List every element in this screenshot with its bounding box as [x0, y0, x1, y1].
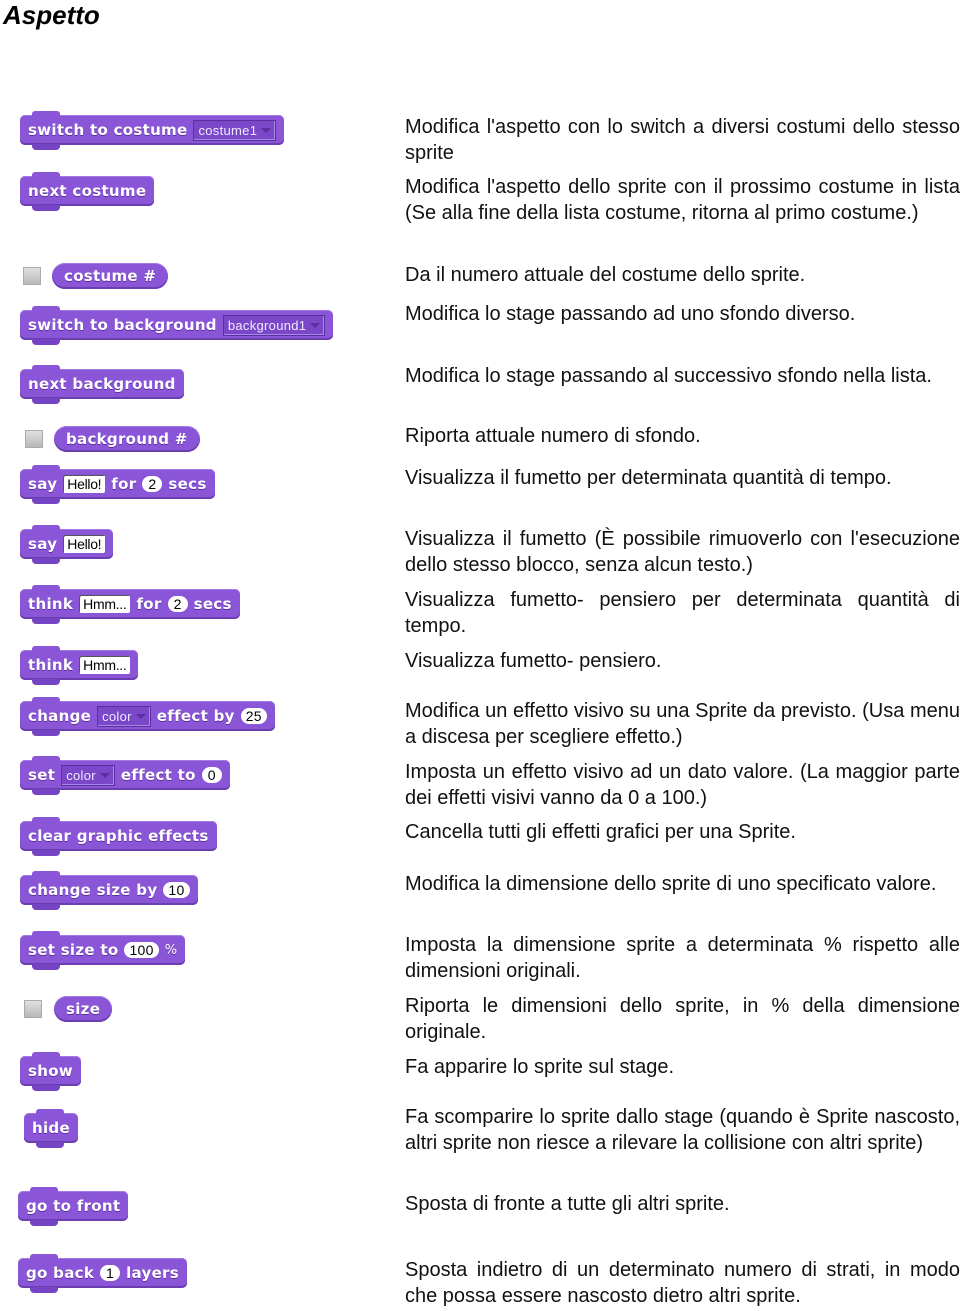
- size-checkbox[interactable]: [24, 1000, 42, 1018]
- block-label: layers: [126, 1264, 179, 1282]
- next-background-block[interactable]: next background: [20, 365, 184, 404]
- description: Modifica un effetto visivo su una Sprite…: [405, 700, 960, 748]
- block-label: set: [28, 766, 56, 784]
- size-reporter[interactable]: size: [54, 996, 113, 1022]
- say-for-secs-block[interactable]: say Hello! for 2 secs: [20, 465, 215, 504]
- effect-dropdown[interactable]: color: [97, 705, 151, 727]
- dropdown-value: color: [66, 767, 96, 783]
- block-label: size: [66, 1000, 101, 1018]
- description: Imposta la dimensione sprite a determina…: [405, 934, 960, 982]
- effect-number-input[interactable]: 25: [240, 708, 267, 724]
- say-text-input[interactable]: Hello!: [63, 535, 106, 553]
- block-label: costume #: [64, 267, 157, 285]
- dropdown-value: background1: [227, 317, 307, 333]
- say-block[interactable]: say Hello!: [20, 525, 114, 564]
- description: Riporta attuale numero di sfondo.: [405, 425, 701, 447]
- dropdown-value: costume1: [198, 122, 258, 138]
- set-size-block[interactable]: set size to 100 %: [20, 931, 186, 970]
- block-label: say: [28, 475, 58, 493]
- go-to-front-block[interactable]: go to front: [18, 1187, 129, 1226]
- block-label: change: [28, 707, 92, 725]
- description: Visualizza il fumetto (È possibile rimuo…: [405, 528, 960, 576]
- costume-dropdown[interactable]: costume1: [193, 119, 277, 141]
- description: Modifica l'aspetto con lo switch a diver…: [405, 116, 960, 164]
- secs-number-input[interactable]: 2: [142, 476, 163, 492]
- block-label: for: [136, 595, 162, 613]
- background-dropdown[interactable]: background1: [222, 314, 326, 336]
- block-label: go back: [26, 1264, 95, 1282]
- description: Imposta un effetto visivo ad un dato val…: [405, 761, 960, 809]
- layers-number-input[interactable]: 1: [100, 1265, 121, 1281]
- block-label: secs: [193, 595, 232, 613]
- background-num-checkbox[interactable]: [25, 430, 43, 448]
- block-label: think: [28, 595, 74, 613]
- block-label: effect to: [120, 766, 196, 784]
- dropdown-arrow-icon: [261, 127, 272, 133]
- change-size-block[interactable]: change size by 10: [20, 871, 198, 910]
- block-label: switch to background: [28, 316, 217, 334]
- size-number-input[interactable]: 10: [163, 882, 190, 898]
- clear-graphic-effects-block[interactable]: clear graphic effects: [20, 817, 217, 856]
- block-label: clear graphic effects: [28, 827, 209, 845]
- think-block[interactable]: think Hmm...: [20, 646, 139, 685]
- block-label: next costume: [28, 182, 147, 200]
- change-effect-block[interactable]: change color effect by 25: [20, 697, 275, 736]
- block-label: set size to: [28, 941, 119, 959]
- page-title: Aspetto: [3, 0, 100, 30]
- dropdown-arrow-icon: [99, 772, 110, 778]
- secs-number-input[interactable]: 2: [167, 596, 188, 612]
- block-label: switch to costume: [28, 121, 188, 139]
- description: Fa apparire lo sprite sul stage.: [405, 1056, 675, 1078]
- block-label: background #: [66, 430, 188, 448]
- switch-to-costume-block[interactable]: switch to costume costume1: [20, 111, 285, 150]
- description: Da il numero attuale del costume dello s…: [405, 264, 806, 286]
- description: Visualizza fumetto- pensiero per determi…: [405, 589, 960, 637]
- think-text-input[interactable]: Hmm...: [79, 656, 131, 674]
- effect-number-input[interactable]: 0: [201, 767, 222, 783]
- block-label: go to front: [26, 1197, 121, 1215]
- description: Fa scomparire lo sprite dallo stage (qua…: [405, 1106, 960, 1154]
- description: Modifica la dimensione dello sprite di u…: [405, 873, 937, 895]
- show-block[interactable]: show: [20, 1052, 81, 1091]
- percent-label: %: [164, 942, 178, 958]
- size-number-input[interactable]: 100: [124, 942, 159, 958]
- block-label: say: [28, 535, 58, 553]
- block-label: for: [111, 475, 137, 493]
- description: Cancella tutti gli effetti grafici per u…: [405, 821, 796, 843]
- costume-num-checkbox[interactable]: [23, 267, 41, 285]
- costume-num-reporter[interactable]: costume #: [52, 263, 169, 289]
- description: Visualizza fumetto- pensiero.: [405, 650, 662, 672]
- description: Modifica lo stage passando al successivo…: [405, 365, 932, 387]
- go-back-layers-block[interactable]: go back 1 layers: [18, 1254, 187, 1293]
- hide-block[interactable]: hide: [24, 1109, 78, 1148]
- effect-dropdown[interactable]: color: [61, 764, 115, 786]
- dropdown-arrow-icon: [135, 713, 146, 719]
- think-text-input[interactable]: Hmm...: [79, 595, 131, 613]
- description: Modifica lo stage passando ad uno sfondo…: [405, 303, 856, 325]
- block-label: secs: [168, 475, 207, 493]
- description: Modifica l'aspetto dello sprite con il p…: [405, 176, 960, 224]
- switch-to-background-block[interactable]: switch to background background1: [20, 306, 334, 345]
- description: Sposta di fronte a tutte gli altri sprit…: [405, 1193, 730, 1215]
- description: Visualizza il fumetto per determinata qu…: [405, 467, 892, 489]
- block-label: think: [28, 656, 74, 674]
- block-label: effect by: [156, 707, 235, 725]
- next-costume-block[interactable]: next costume: [20, 172, 155, 211]
- block-label: hide: [32, 1119, 70, 1137]
- description: Sposta indietro di un determinato numero…: [405, 1259, 960, 1307]
- set-effect-block[interactable]: set color effect to 0: [20, 756, 230, 795]
- background-num-reporter[interactable]: background #: [54, 426, 200, 452]
- description: Riporta le dimensioni dello sprite, in %…: [405, 995, 960, 1043]
- block-label: next background: [28, 375, 176, 393]
- dropdown-value: color: [102, 708, 132, 724]
- say-text-input[interactable]: Hello!: [63, 475, 106, 493]
- think-for-secs-block[interactable]: think Hmm... for 2 secs: [20, 585, 240, 624]
- block-label: change size by: [28, 881, 158, 899]
- dropdown-arrow-icon: [310, 322, 321, 328]
- block-label: show: [28, 1062, 73, 1080]
